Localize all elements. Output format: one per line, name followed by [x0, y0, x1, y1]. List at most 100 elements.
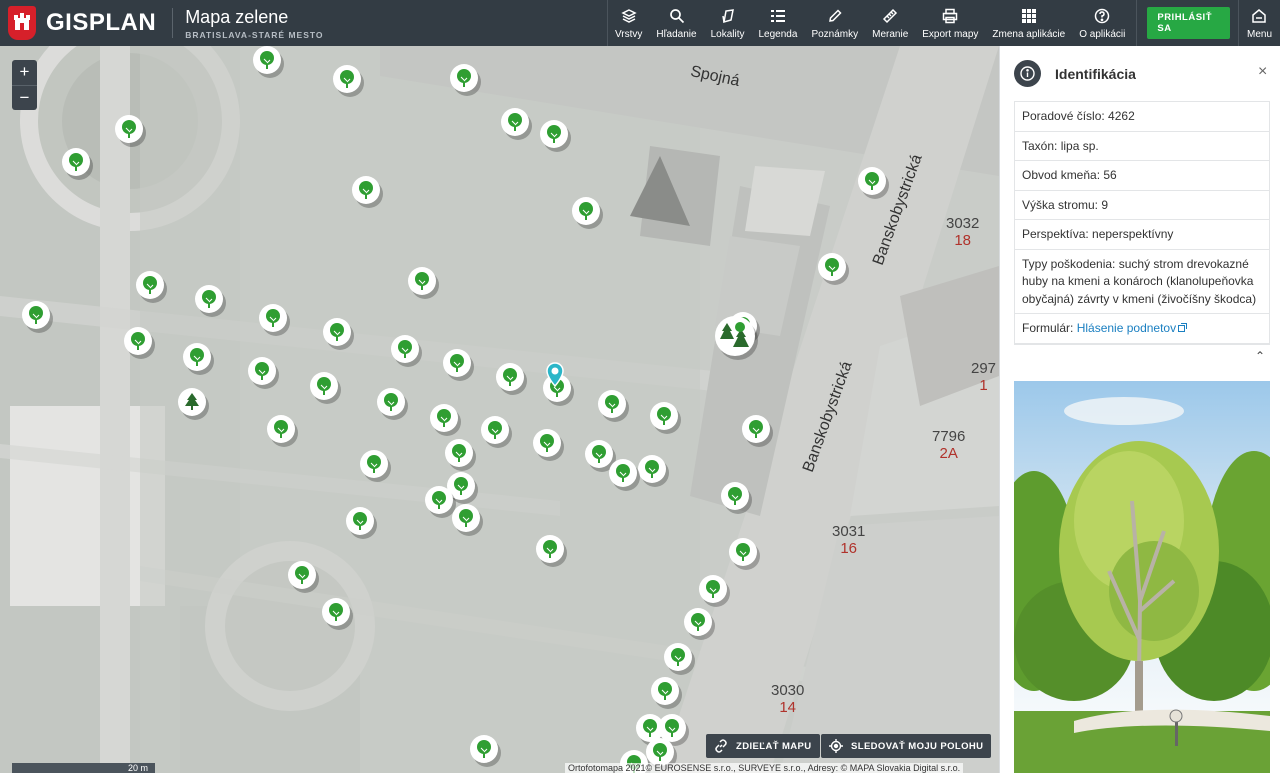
- tree-marker[interactable]: [288, 561, 319, 593]
- menu-button[interactable]: Menu: [1239, 0, 1280, 46]
- tree-marker[interactable]: [699, 575, 730, 607]
- login-button[interactable]: PRIHLÁSIŤ SA: [1147, 7, 1230, 39]
- tree-marker[interactable]: [443, 349, 474, 381]
- app-title-block: Mapa zelene BRATISLAVA-STARÉ MESTO: [185, 7, 323, 40]
- tree-marker[interactable]: [323, 318, 354, 350]
- tree-marker[interactable]: [450, 64, 481, 96]
- attr-damage-types: Typy poškodenia: suchý strom drevokazné …: [1015, 250, 1269, 314]
- tree-marker[interactable]: [22, 301, 53, 333]
- tree-marker[interactable]: [124, 327, 155, 359]
- menu-label: Menu: [1246, 28, 1272, 40]
- tree-marker[interactable]: [352, 176, 383, 208]
- tree-marker[interactable]: [377, 388, 408, 420]
- house-number: 3032 18: [946, 215, 979, 249]
- tool-about[interactable]: O aplikácii: [1072, 0, 1132, 46]
- tree-marker[interactable]: [638, 455, 669, 487]
- tree-marker[interactable]: [501, 108, 532, 140]
- share-map-button[interactable]: ZDIEĽAŤ MAPU: [706, 734, 820, 758]
- attr-trunk-circumference: Obvod kmeňa: 56: [1015, 161, 1269, 191]
- tree-marker[interactable]: [742, 415, 773, 447]
- tool-label: O aplikácii: [1079, 28, 1126, 40]
- selected-location-pin-icon: [546, 362, 564, 393]
- track-location-label: SLEDOVAŤ MOJU POLOHU: [851, 740, 984, 752]
- tool-label: Legenda: [758, 28, 798, 40]
- house-number-sub: 1: [979, 377, 988, 394]
- conifer-cluster-marker[interactable]: [715, 316, 758, 360]
- tree-marker[interactable]: [322, 598, 353, 630]
- house-number-sub: 18: [954, 232, 972, 249]
- tree-marker[interactable]: [253, 46, 284, 78]
- tree-marker[interactable]: [408, 267, 439, 299]
- tree-marker[interactable]: [310, 372, 341, 404]
- tree-marker[interactable]: [115, 115, 146, 147]
- tree-marker[interactable]: [609, 459, 640, 491]
- tree-marker[interactable]: [598, 390, 629, 422]
- tree-marker[interactable]: [664, 643, 695, 675]
- tree-marker[interactable]: [430, 404, 461, 436]
- tree-marker[interactable]: [651, 677, 682, 709]
- tree-marker[interactable]: [540, 120, 571, 152]
- header-divider: [172, 8, 174, 38]
- chevron-up-icon[interactable]: ⌃: [1255, 349, 1265, 363]
- tree-marker[interactable]: [248, 357, 279, 389]
- orthophoto-background: [0, 46, 999, 773]
- tool-layers[interactable]: Vrstvy: [608, 0, 649, 46]
- tree-marker[interactable]: [729, 538, 760, 570]
- tree-marker[interactable]: [533, 429, 564, 461]
- tool-locations[interactable]: Lokality: [704, 0, 752, 46]
- gisplan-logo-text: GISPLAN: [46, 9, 157, 36]
- tool-measure[interactable]: Meranie: [865, 0, 915, 46]
- tree-marker[interactable]: [360, 450, 391, 482]
- tree-marker[interactable]: [183, 343, 214, 375]
- tree-marker[interactable]: [259, 304, 290, 336]
- tree-marker[interactable]: [346, 507, 377, 539]
- identification-panel: Identifikácia × Poradové číslo: 4262 Tax…: [999, 46, 1280, 773]
- tree-marker[interactable]: [425, 486, 456, 518]
- tool-notes[interactable]: Poznámky: [804, 0, 865, 46]
- tree-marker[interactable]: [572, 197, 603, 229]
- house-number-main: 297: [971, 360, 997, 377]
- report-form-link-text: Hlásenie podnetov: [1076, 321, 1177, 335]
- tree-marker[interactable]: [333, 65, 364, 97]
- attr-taxon: Taxón: lipa sp.: [1015, 132, 1269, 161]
- conifer-marker[interactable]: [178, 388, 209, 420]
- track-location-button[interactable]: SLEDOVAŤ MOJU POLOHU: [821, 734, 992, 758]
- tool-label: Vrstvy: [615, 28, 643, 40]
- tree-photo: [1014, 381, 1270, 773]
- layers-icon: [620, 7, 638, 25]
- tree-marker[interactable]: [470, 735, 501, 767]
- tool-legend[interactable]: Legenda: [752, 0, 805, 46]
- scale-bar: 20 m: [12, 763, 155, 773]
- tree-marker[interactable]: [445, 439, 476, 471]
- tree-marker[interactable]: [684, 608, 715, 640]
- bookmark-icon: [719, 7, 737, 25]
- close-icon[interactable]: ×: [1258, 64, 1267, 80]
- tree-marker[interactable]: [536, 535, 567, 567]
- zoom-out-button[interactable]: −: [12, 85, 37, 110]
- tree-marker[interactable]: [452, 504, 483, 536]
- tree-marker[interactable]: [267, 415, 298, 447]
- house-number-sub: 14: [779, 699, 797, 716]
- tree-marker[interactable]: [650, 402, 681, 434]
- tree-marker[interactable]: [195, 285, 226, 317]
- house-number: 3030 14: [771, 682, 804, 716]
- tool-export[interactable]: Export mapy: [915, 0, 985, 46]
- tree-marker[interactable]: [818, 253, 849, 285]
- panel-header: Identifikácia: [1014, 60, 1136, 87]
- tool-search[interactable]: Hľadanie: [649, 0, 703, 46]
- zoom-in-button[interactable]: +: [12, 60, 37, 85]
- tree-marker[interactable]: [481, 416, 512, 448]
- brand[interactable]: GISPLAN: [0, 0, 156, 46]
- tree-marker[interactable]: [136, 271, 167, 303]
- tree-marker[interactable]: [62, 148, 93, 180]
- tool-switch-app[interactable]: Zmena aplikácie: [985, 0, 1072, 46]
- attribute-table: Poradové číslo: 4262 Taxón: lipa sp. Obv…: [1014, 101, 1270, 344]
- map-canvas[interactable]: Spojná Banskobystrická Banskobystrická 3…: [0, 46, 999, 773]
- report-form-link[interactable]: Hlásenie podnetov: [1076, 321, 1188, 335]
- tree-marker[interactable]: [496, 363, 527, 395]
- link-icon: [714, 739, 728, 753]
- tree-marker[interactable]: [721, 482, 752, 514]
- tree-marker[interactable]: [391, 335, 422, 367]
- tree-marker[interactable]: [858, 167, 889, 199]
- tree-marker[interactable]: [646, 738, 677, 770]
